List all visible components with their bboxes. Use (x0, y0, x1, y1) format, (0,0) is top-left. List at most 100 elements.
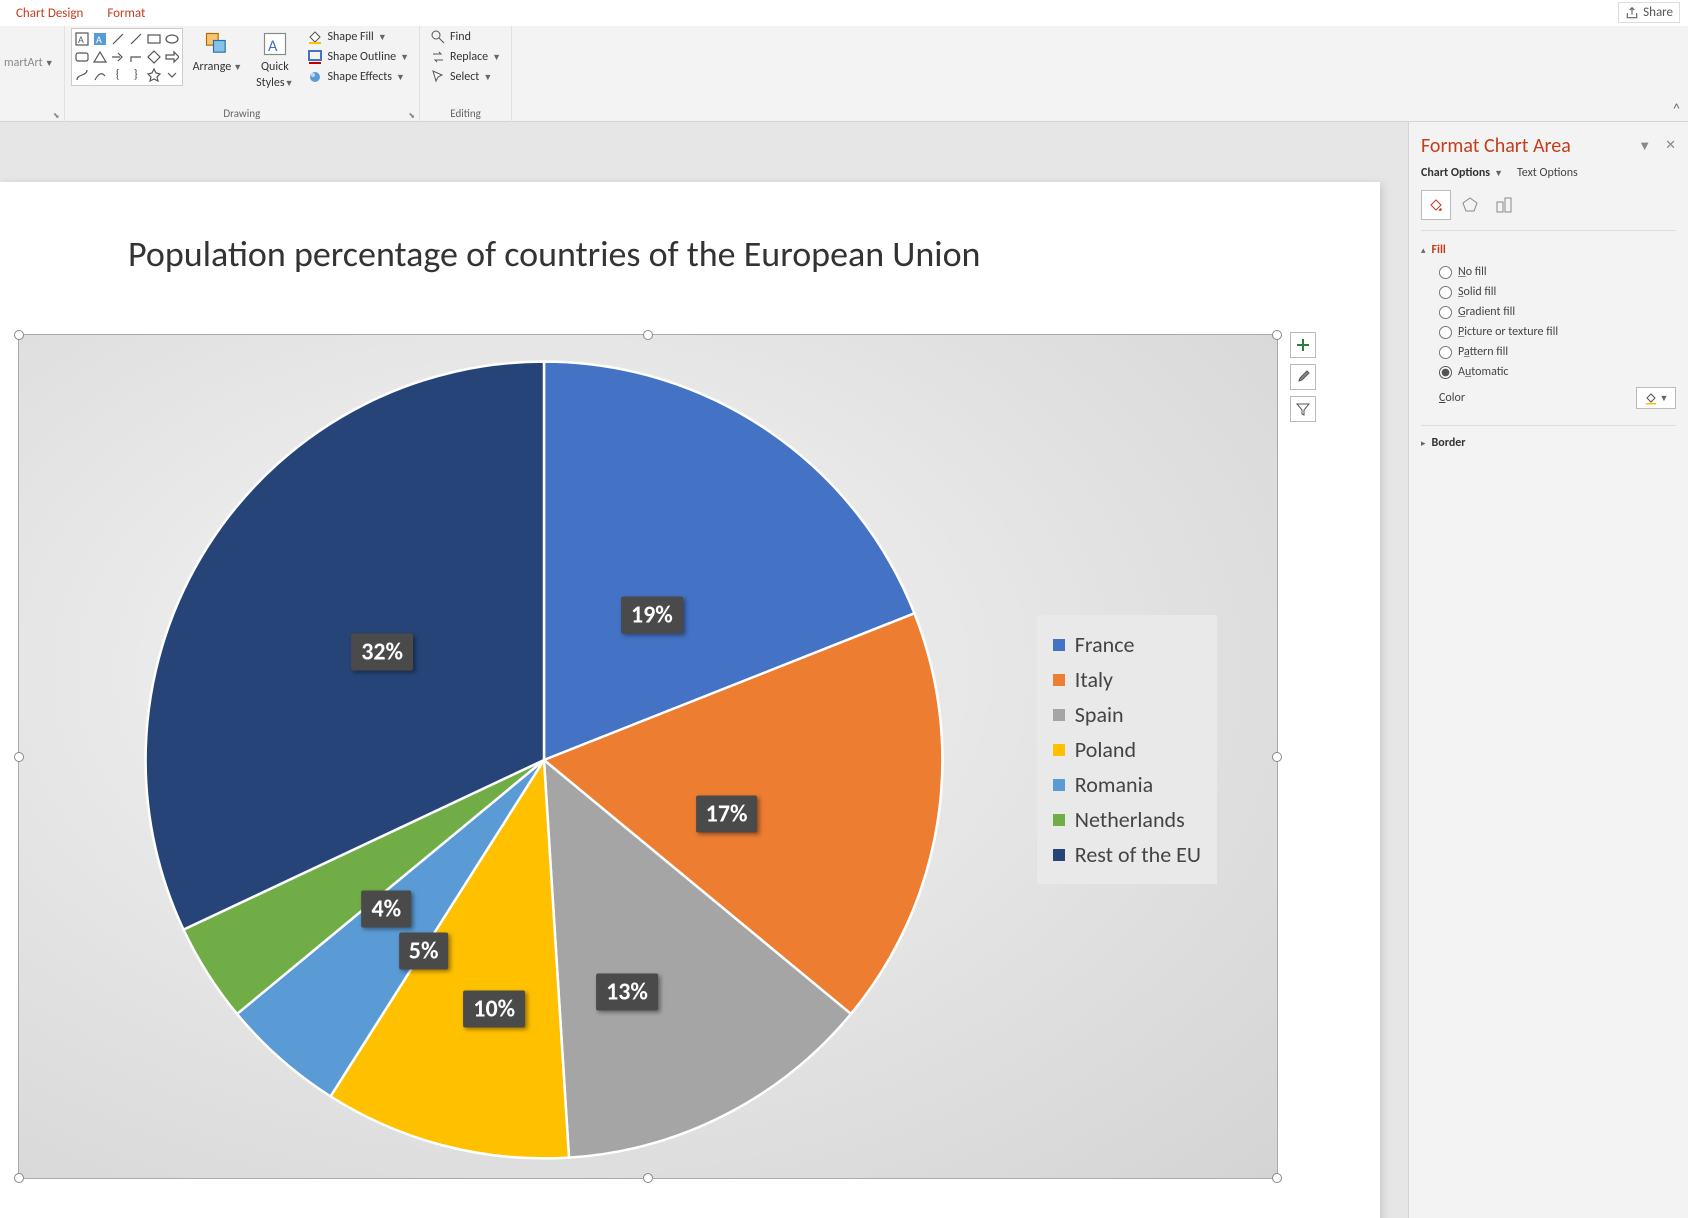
chart-title[interactable]: Population percentage of countries of th… (128, 232, 980, 276)
legend-label: Romania (1075, 771, 1153, 798)
chart-options-tab[interactable]: Chart Options▼ (1421, 166, 1503, 180)
legend-item[interactable]: Rest of the EU (1053, 837, 1201, 872)
slide[interactable]: Population percentage of countries of th… (0, 182, 1380, 1218)
legend-item[interactable]: Netherlands (1053, 802, 1201, 837)
fill-gradient-radio[interactable]: Gradient fill (1439, 305, 1676, 319)
effects-category-button[interactable] (1455, 190, 1485, 220)
fill-picture-radio[interactable]: Picture or texture fill (1439, 325, 1676, 339)
shape-line2-icon[interactable] (128, 31, 144, 47)
chart-styles-button[interactable] (1290, 364, 1316, 390)
select-button[interactable]: Select▼ (426, 68, 505, 86)
arrange-button[interactable]: Arrange▼ (189, 28, 247, 76)
caret-down-icon: ▼ (378, 32, 387, 43)
ribbon-group-drawing: A A { } Arrange▼ (65, 26, 420, 122)
pane-options-button[interactable]: ▼ (1638, 138, 1651, 154)
legend-item[interactable]: Poland (1053, 732, 1201, 767)
shape-arrow-icon[interactable] (110, 49, 126, 65)
resize-handle[interactable] (1272, 330, 1282, 340)
caret-down-icon: ▼ (233, 62, 242, 73)
workspace: Population percentage of countries of th… (0, 122, 1688, 1218)
fill-bucket-icon (307, 29, 323, 45)
shape-arrow2-icon[interactable] (164, 49, 180, 65)
shapes-gallery[interactable]: A A { } (71, 28, 183, 86)
close-button[interactable]: ✕ (1665, 138, 1676, 154)
fill-pattern-radio[interactable]: Pattern fill (1439, 345, 1676, 359)
pie-data-label[interactable]: 4% (361, 891, 411, 928)
ribbon-tabs: Chart Design Format Share (0, 0, 1688, 26)
shape-elbow-icon[interactable] (128, 49, 144, 65)
shape-rect-icon[interactable] (146, 31, 162, 47)
svg-text:A: A (78, 33, 84, 46)
chart-elements-button[interactable] (1290, 332, 1316, 358)
shape-fill-button[interactable]: Shape Fill▼ (303, 28, 413, 46)
replace-icon (430, 49, 446, 65)
share-button[interactable]: Share (1618, 2, 1680, 23)
shape-triangle-icon[interactable] (92, 49, 108, 65)
caret-down-icon: ▼ (1660, 393, 1669, 404)
legend-swatch (1053, 709, 1065, 721)
legend-item[interactable]: Romania (1053, 767, 1201, 802)
legend-swatch (1053, 674, 1065, 686)
find-button[interactable]: Find (426, 28, 505, 46)
fill-automatic-radio[interactable]: Automatic (1439, 365, 1676, 379)
fill-section-toggle[interactable]: ▴ Fill (1421, 243, 1676, 257)
shape-outline-button[interactable]: Shape Outline▼ (303, 48, 413, 66)
legend-item[interactable]: Italy (1053, 662, 1201, 697)
legend-swatch (1053, 744, 1065, 756)
size-category-button[interactable] (1489, 190, 1519, 220)
shape-oval-icon[interactable] (164, 31, 180, 47)
quick-styles-button[interactable]: A QuickStyles▼ (252, 28, 297, 92)
shape-curve-icon[interactable] (92, 67, 108, 83)
shape-connector-icon[interactable] (74, 67, 90, 83)
shape-line-icon[interactable] (110, 31, 126, 47)
shape-effects-button[interactable]: Shape Effects▼ (303, 68, 413, 86)
shape-textbox2-icon[interactable]: A (92, 31, 108, 47)
replace-button[interactable]: Replace▼ (426, 48, 505, 66)
pie-data-label[interactable]: 13% (596, 974, 658, 1011)
tab-chart-design[interactable]: Chart Design (4, 2, 95, 25)
color-picker-button[interactable]: ▼ (1636, 387, 1676, 409)
legend-item[interactable]: Spain (1053, 697, 1201, 732)
caret-down-icon: ▼ (45, 58, 54, 69)
pie-data-label[interactable]: 10% (463, 991, 525, 1028)
legend[interactable]: FranceItalySpainPoland Romania Netherlands… (1037, 615, 1217, 884)
resize-handle[interactable] (1272, 1173, 1282, 1183)
color-label: Color (1439, 391, 1465, 405)
chart-filters-button[interactable] (1290, 396, 1316, 422)
pie-chart[interactable]: 19% 17% 13% 10% 5% 4% 32% (129, 345, 959, 1175)
border-section-toggle[interactable]: ▸ Border (1421, 425, 1676, 450)
pie-data-label[interactable]: 19% (621, 596, 683, 633)
text-options-tab[interactable]: Text Options (1517, 166, 1578, 180)
legend-swatch (1053, 779, 1065, 791)
caret-down-icon: ▼ (483, 72, 492, 83)
fill-solid-radio[interactable]: Solid fill (1439, 285, 1676, 299)
shape-rbrace-icon[interactable]: } (128, 67, 144, 83)
shape-more-icon[interactable] (164, 67, 180, 83)
shape-textbox-icon[interactable]: A (74, 31, 90, 47)
effects-icon (307, 69, 323, 85)
group-label-drawing: Drawing (71, 107, 413, 122)
resize-handle[interactable] (14, 1173, 24, 1183)
chart-area[interactable]: 19% 17% 13% 10% 5% 4% 32% FranceItalySpainPola… (18, 334, 1278, 1179)
resize-handle[interactable] (14, 330, 24, 340)
slide-area[interactable]: Population percentage of countries of th… (0, 122, 1408, 1218)
legend-swatch (1053, 814, 1065, 826)
fill-line-category-button[interactable] (1421, 190, 1451, 220)
resize-handle[interactable] (1272, 752, 1282, 762)
pie-data-label[interactable]: 5% (399, 932, 449, 969)
funnel-icon (1295, 401, 1311, 417)
shape-star-icon[interactable] (146, 67, 162, 83)
shape-lbrace-icon[interactable]: { (110, 67, 126, 83)
fill-no-fill-radio[interactable]: No fill (1439, 265, 1676, 279)
smartart-button[interactable]: martArt▼ (0, 28, 58, 72)
legend-item[interactable]: France (1053, 627, 1201, 662)
shape-roundrect-icon[interactable] (74, 49, 90, 65)
resize-handle[interactable] (14, 752, 24, 762)
pie-data-label[interactable]: 17% (696, 795, 758, 832)
collapse-ribbon-button[interactable]: ^ (1673, 100, 1680, 117)
resize-handle[interactable] (643, 330, 653, 340)
tab-format[interactable]: Format (95, 2, 157, 25)
shape-diamond-icon[interactable] (146, 49, 162, 65)
ribbon-group-smartart: martArt▼ (0, 26, 65, 122)
pie-data-label[interactable]: 32% (351, 634, 413, 671)
